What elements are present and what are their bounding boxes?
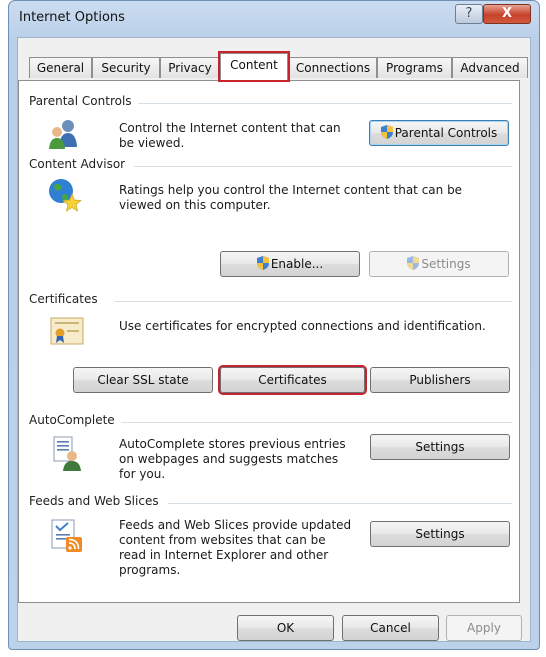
tab-content[interactable]: Content	[218, 51, 290, 82]
uac-shield-icon	[256, 256, 269, 270]
title-bar[interactable]: Internet Options ? X	[9, 1, 539, 35]
content-advisor-description-line-2: viewed on this computer.	[119, 198, 271, 212]
help-icon: ?	[465, 6, 473, 21]
parental-controls-button[interactable]: Parental Controls	[369, 120, 509, 146]
tab-privacy[interactable]: Privacy	[160, 57, 220, 78]
close-button[interactable]: X	[483, 4, 531, 24]
button-label: Settings	[415, 527, 465, 541]
certificate-icon	[50, 317, 84, 345]
tab-label: Advanced	[460, 61, 520, 75]
button-label: Settings	[421, 257, 471, 271]
section-heading-feeds-and-web-slices: Feeds and Web Slices	[29, 494, 165, 508]
window-title: Internet Options	[19, 10, 125, 25]
section-divider	[168, 503, 512, 504]
enable-button[interactable]: Enable...	[220, 251, 360, 277]
section-heading-content-advisor: Content Advisor	[29, 157, 132, 171]
uac-shield-icon	[407, 256, 420, 270]
autocomplete-icon	[53, 436, 81, 471]
feeds-description-line-3: read in Internet Explorer and other	[119, 548, 329, 562]
tab-programs[interactable]: Programs	[377, 57, 452, 78]
content-advisor-description-line-1: Ratings help you control the Internet co…	[119, 183, 463, 197]
button-label: Certificates	[258, 373, 327, 387]
section-divider	[134, 166, 512, 167]
content-advisor-settings-button[interactable]: Settings	[369, 251, 509, 277]
autocomplete-description-line-3: for you.	[119, 467, 166, 481]
feeds-description-line-1: Feeds and Web Slices provide updated	[119, 518, 352, 532]
button-label: Publishers	[409, 373, 471, 387]
certificates-description: Use certificates for encrypted connectio…	[119, 319, 486, 333]
feeds-description-line-4: programs.	[119, 563, 181, 577]
section-heading-certificates: Certificates	[29, 292, 104, 306]
content-advisor-icon	[49, 179, 82, 212]
tab-label: General	[36, 61, 85, 75]
autocomplete-settings-button[interactable]: Settings	[370, 434, 510, 460]
tab-general[interactable]: General	[29, 57, 92, 78]
tab-connections[interactable]: Connections	[289, 57, 377, 78]
parental-controls-description-line-2: be viewed.	[119, 136, 185, 150]
uac-shield-icon	[380, 125, 393, 139]
button-label: Settings	[415, 440, 465, 454]
tab-label: Privacy	[168, 61, 212, 75]
clear-ssl-state-button[interactable]: Clear SSL state	[73, 367, 213, 393]
section-divider	[115, 301, 512, 302]
feeds-description-line-2: content from websites that can be	[119, 533, 326, 547]
section-heading-parental-controls: Parental Controls	[29, 94, 138, 108]
feeds-icon	[51, 519, 82, 552]
button-label: Apply	[467, 621, 501, 635]
tab-label: Connections	[295, 61, 371, 75]
help-button[interactable]: ?	[455, 4, 483, 24]
button-label: Clear SSL state	[97, 373, 189, 387]
apply-button[interactable]: Apply	[446, 615, 522, 641]
certificates-button[interactable]: Certificates	[218, 365, 367, 395]
feeds-settings-button[interactable]: Settings	[370, 521, 510, 547]
publishers-button[interactable]: Publishers	[370, 367, 510, 393]
tab-security[interactable]: Security	[92, 57, 160, 78]
button-label: Enable...	[270, 257, 324, 271]
autocomplete-description-line-1: AutoComplete stores previous entries	[119, 437, 346, 451]
section-heading-autocomplete: AutoComplete	[29, 413, 121, 427]
tab-label: Content	[230, 58, 278, 72]
parental-controls-icon	[49, 120, 77, 149]
section-divider	[120, 422, 512, 423]
tab-advanced[interactable]: Advanced	[452, 57, 528, 78]
close-icon: X	[501, 6, 513, 21]
autocomplete-description-line-2: on webpages and suggests matches	[119, 452, 339, 466]
button-label: OK	[276, 621, 295, 635]
button-label: Cancel	[370, 621, 411, 635]
tab-label: Security	[101, 61, 151, 75]
ok-button[interactable]: OK	[237, 615, 334, 641]
parental-controls-description-line-1: Control the Internet content that can	[119, 121, 341, 135]
button-label: Parental Controls	[394, 126, 498, 140]
cancel-button[interactable]: Cancel	[342, 615, 439, 641]
tab-label: Programs	[386, 61, 443, 75]
